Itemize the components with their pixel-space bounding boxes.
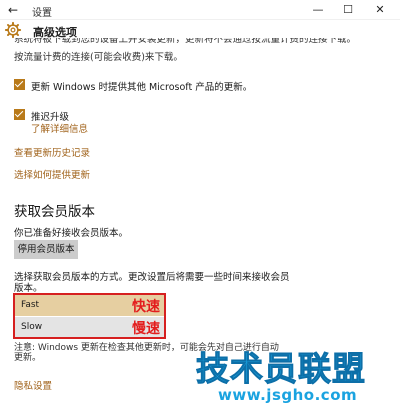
scrolled-text-top: 系统将被下载到您的设备上并安装更新，更新将不会通过按流量计费的连接下载。 (14, 38, 357, 45)
learn-more-link[interactable]: 了解详细信息 (31, 121, 88, 135)
watermark: 技术员联盟 www.jsgho.com (196, 342, 396, 412)
privacy-settings-link[interactable]: 隐私设置 (14, 378, 52, 392)
watermark-text: 技术员联盟 (196, 349, 366, 389)
stop-insider-button[interactable]: 停用会员版本 (14, 240, 78, 259)
title-bar: ← 设置 — ☐ ✕ (0, 0, 400, 20)
delivery-options-link[interactable]: 选择如何提供更新 (14, 167, 90, 181)
close-button[interactable]: ✕ (365, 1, 395, 19)
insider-ready-text: 你已准备好接收会员版本。 (14, 228, 129, 239)
minimize-button[interactable]: — (303, 1, 333, 19)
update-history-link[interactable]: 查看更新历史记录 (14, 145, 90, 159)
ms-updates-checkbox[interactable] (14, 79, 25, 90)
back-arrow-icon[interactable]: ← (5, 2, 21, 18)
defer-upgrade-checkbox[interactable] (14, 109, 25, 120)
insider-choose-text: 选择获取会员版本的方式。更改设置后将需要一些时间来接收会员 (14, 272, 290, 283)
scrolled-text-line: 按流量计费的连接(可能会收费)来下载。 (14, 52, 183, 63)
insider-choose-text-2: 版本。 (14, 283, 43, 294)
maximize-button[interactable]: ☐ (333, 1, 363, 19)
insider-section-title: 获取会员版本 (14, 204, 95, 220)
gear-icon (4, 21, 22, 39)
ms-updates-label: 更新 Windows 时提供其他 Microsoft 产品的更新。 (31, 82, 253, 93)
window-title: 设置 (32, 8, 52, 19)
watermark-url: www.jsgho.com (218, 386, 358, 404)
highlight-box (13, 293, 166, 339)
